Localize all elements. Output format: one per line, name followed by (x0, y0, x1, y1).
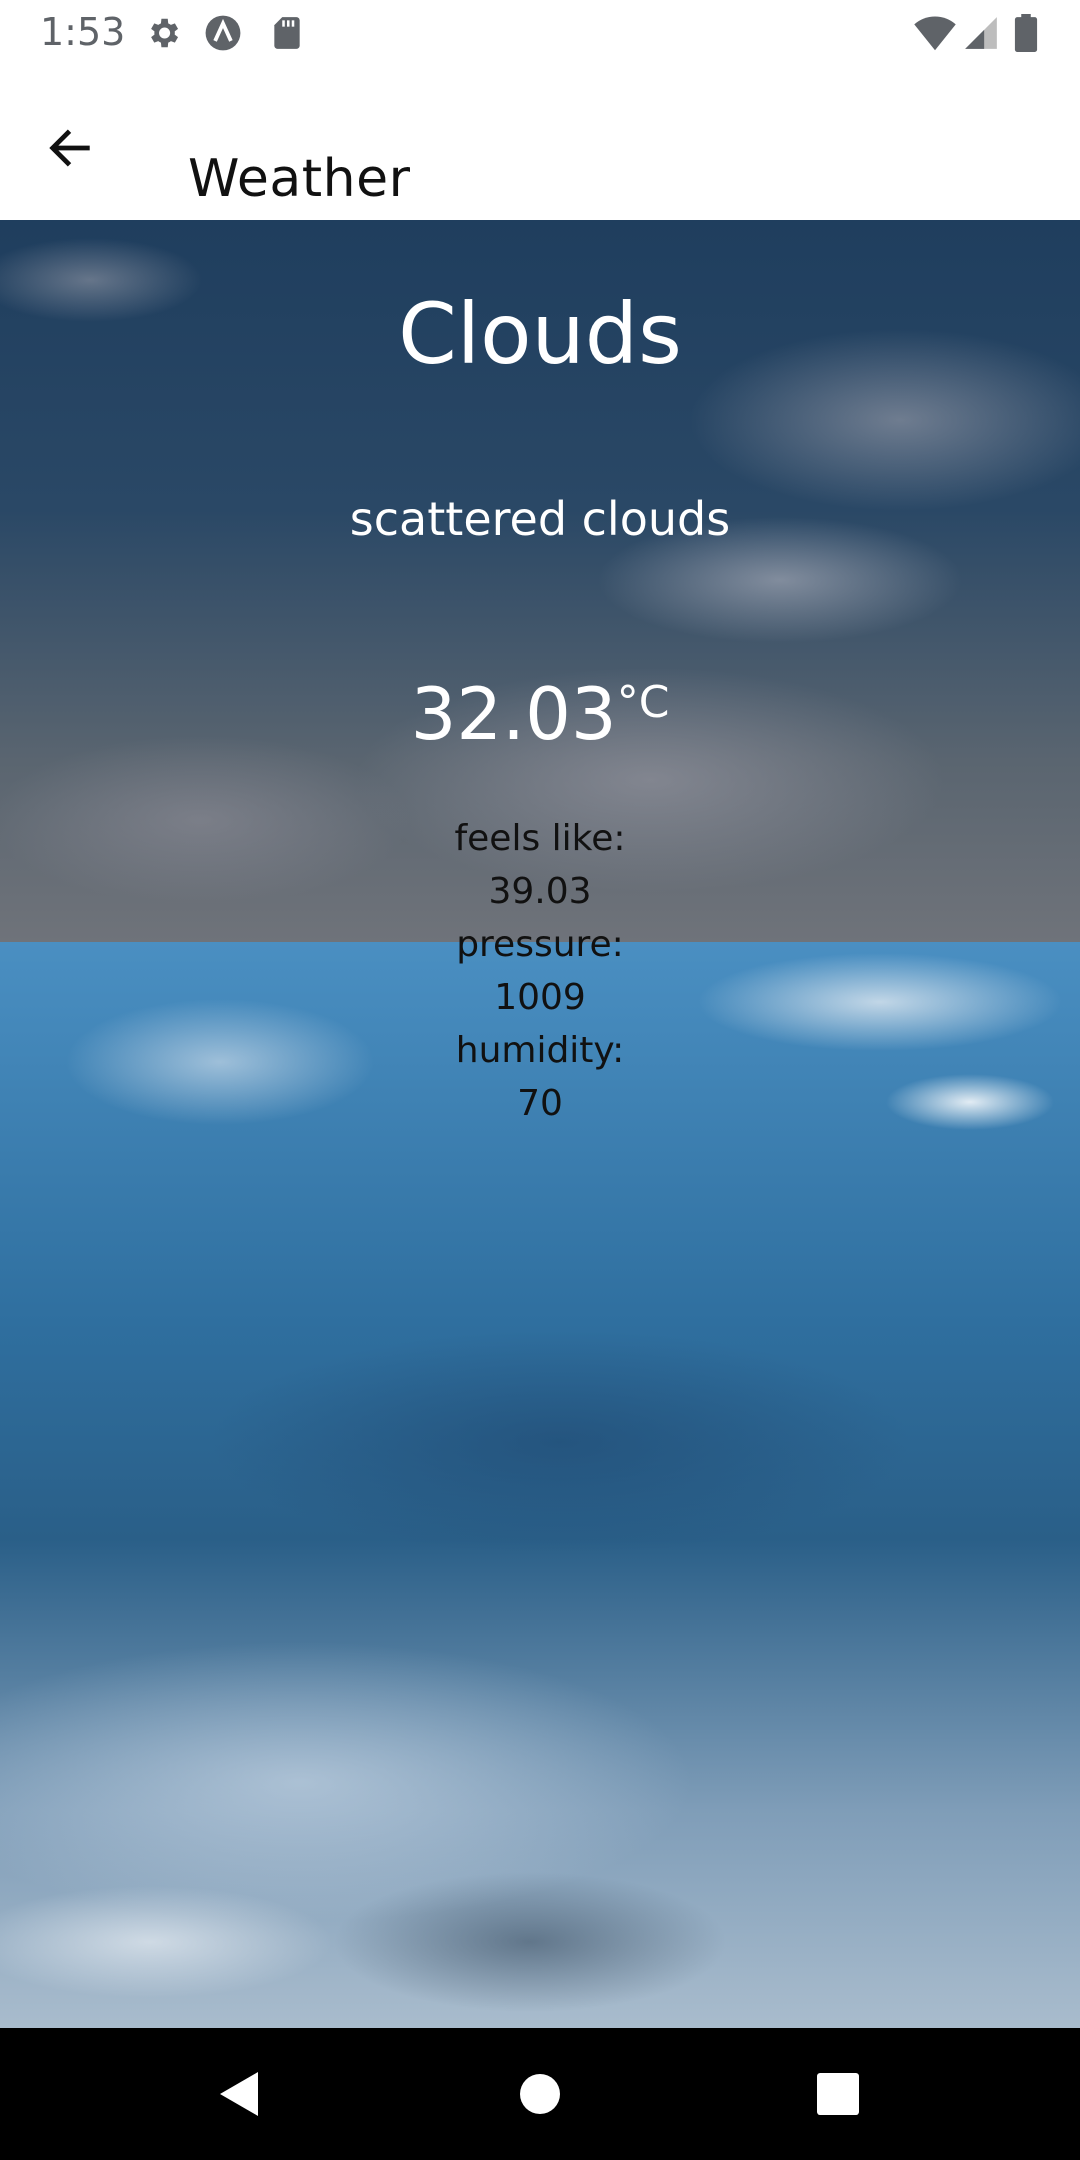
feels-like-label: feels like: (454, 818, 626, 859)
nav-recents-icon (817, 2073, 859, 2115)
wifi-icon (914, 14, 956, 52)
app-icon (204, 14, 242, 52)
settings-icon (144, 14, 182, 52)
weather-details: feels like: 39.03 pressure: 1009 humidit… (0, 812, 1080, 1130)
nav-home-button[interactable] (508, 2062, 572, 2126)
nav-back-button[interactable] (208, 2062, 272, 2126)
feels-like-value: 39.03 (488, 871, 592, 912)
back-arrow-icon (49, 129, 90, 167)
page-title: Weather (188, 148, 411, 209)
nav-recents-button[interactable] (806, 2062, 870, 2126)
nav-back-icon (220, 2072, 258, 2116)
humidity-label: humidity: (455, 1030, 625, 1071)
status-time: 1:53 (40, 10, 126, 54)
app-bar: Weather (0, 66, 1080, 220)
navigation-bar (0, 2028, 1080, 2160)
signal-icon (962, 14, 1000, 52)
battery-icon (1012, 14, 1040, 53)
temperature-value: 32.03 (410, 672, 617, 756)
humidity-value: 70 (517, 1083, 563, 1124)
back-button[interactable] (28, 106, 112, 190)
sd-card-icon (268, 14, 306, 52)
status-bar: 1:53 (0, 0, 1080, 66)
weather-description: scattered clouds (349, 492, 731, 546)
temperature-unit: °C (616, 677, 670, 728)
weather-condition: Clouds (398, 285, 682, 383)
pressure-value: 1009 (494, 977, 586, 1018)
temperature: 32.03°C (0, 672, 1080, 756)
nav-home-icon (520, 2074, 560, 2114)
pressure-label: pressure: (456, 924, 624, 965)
